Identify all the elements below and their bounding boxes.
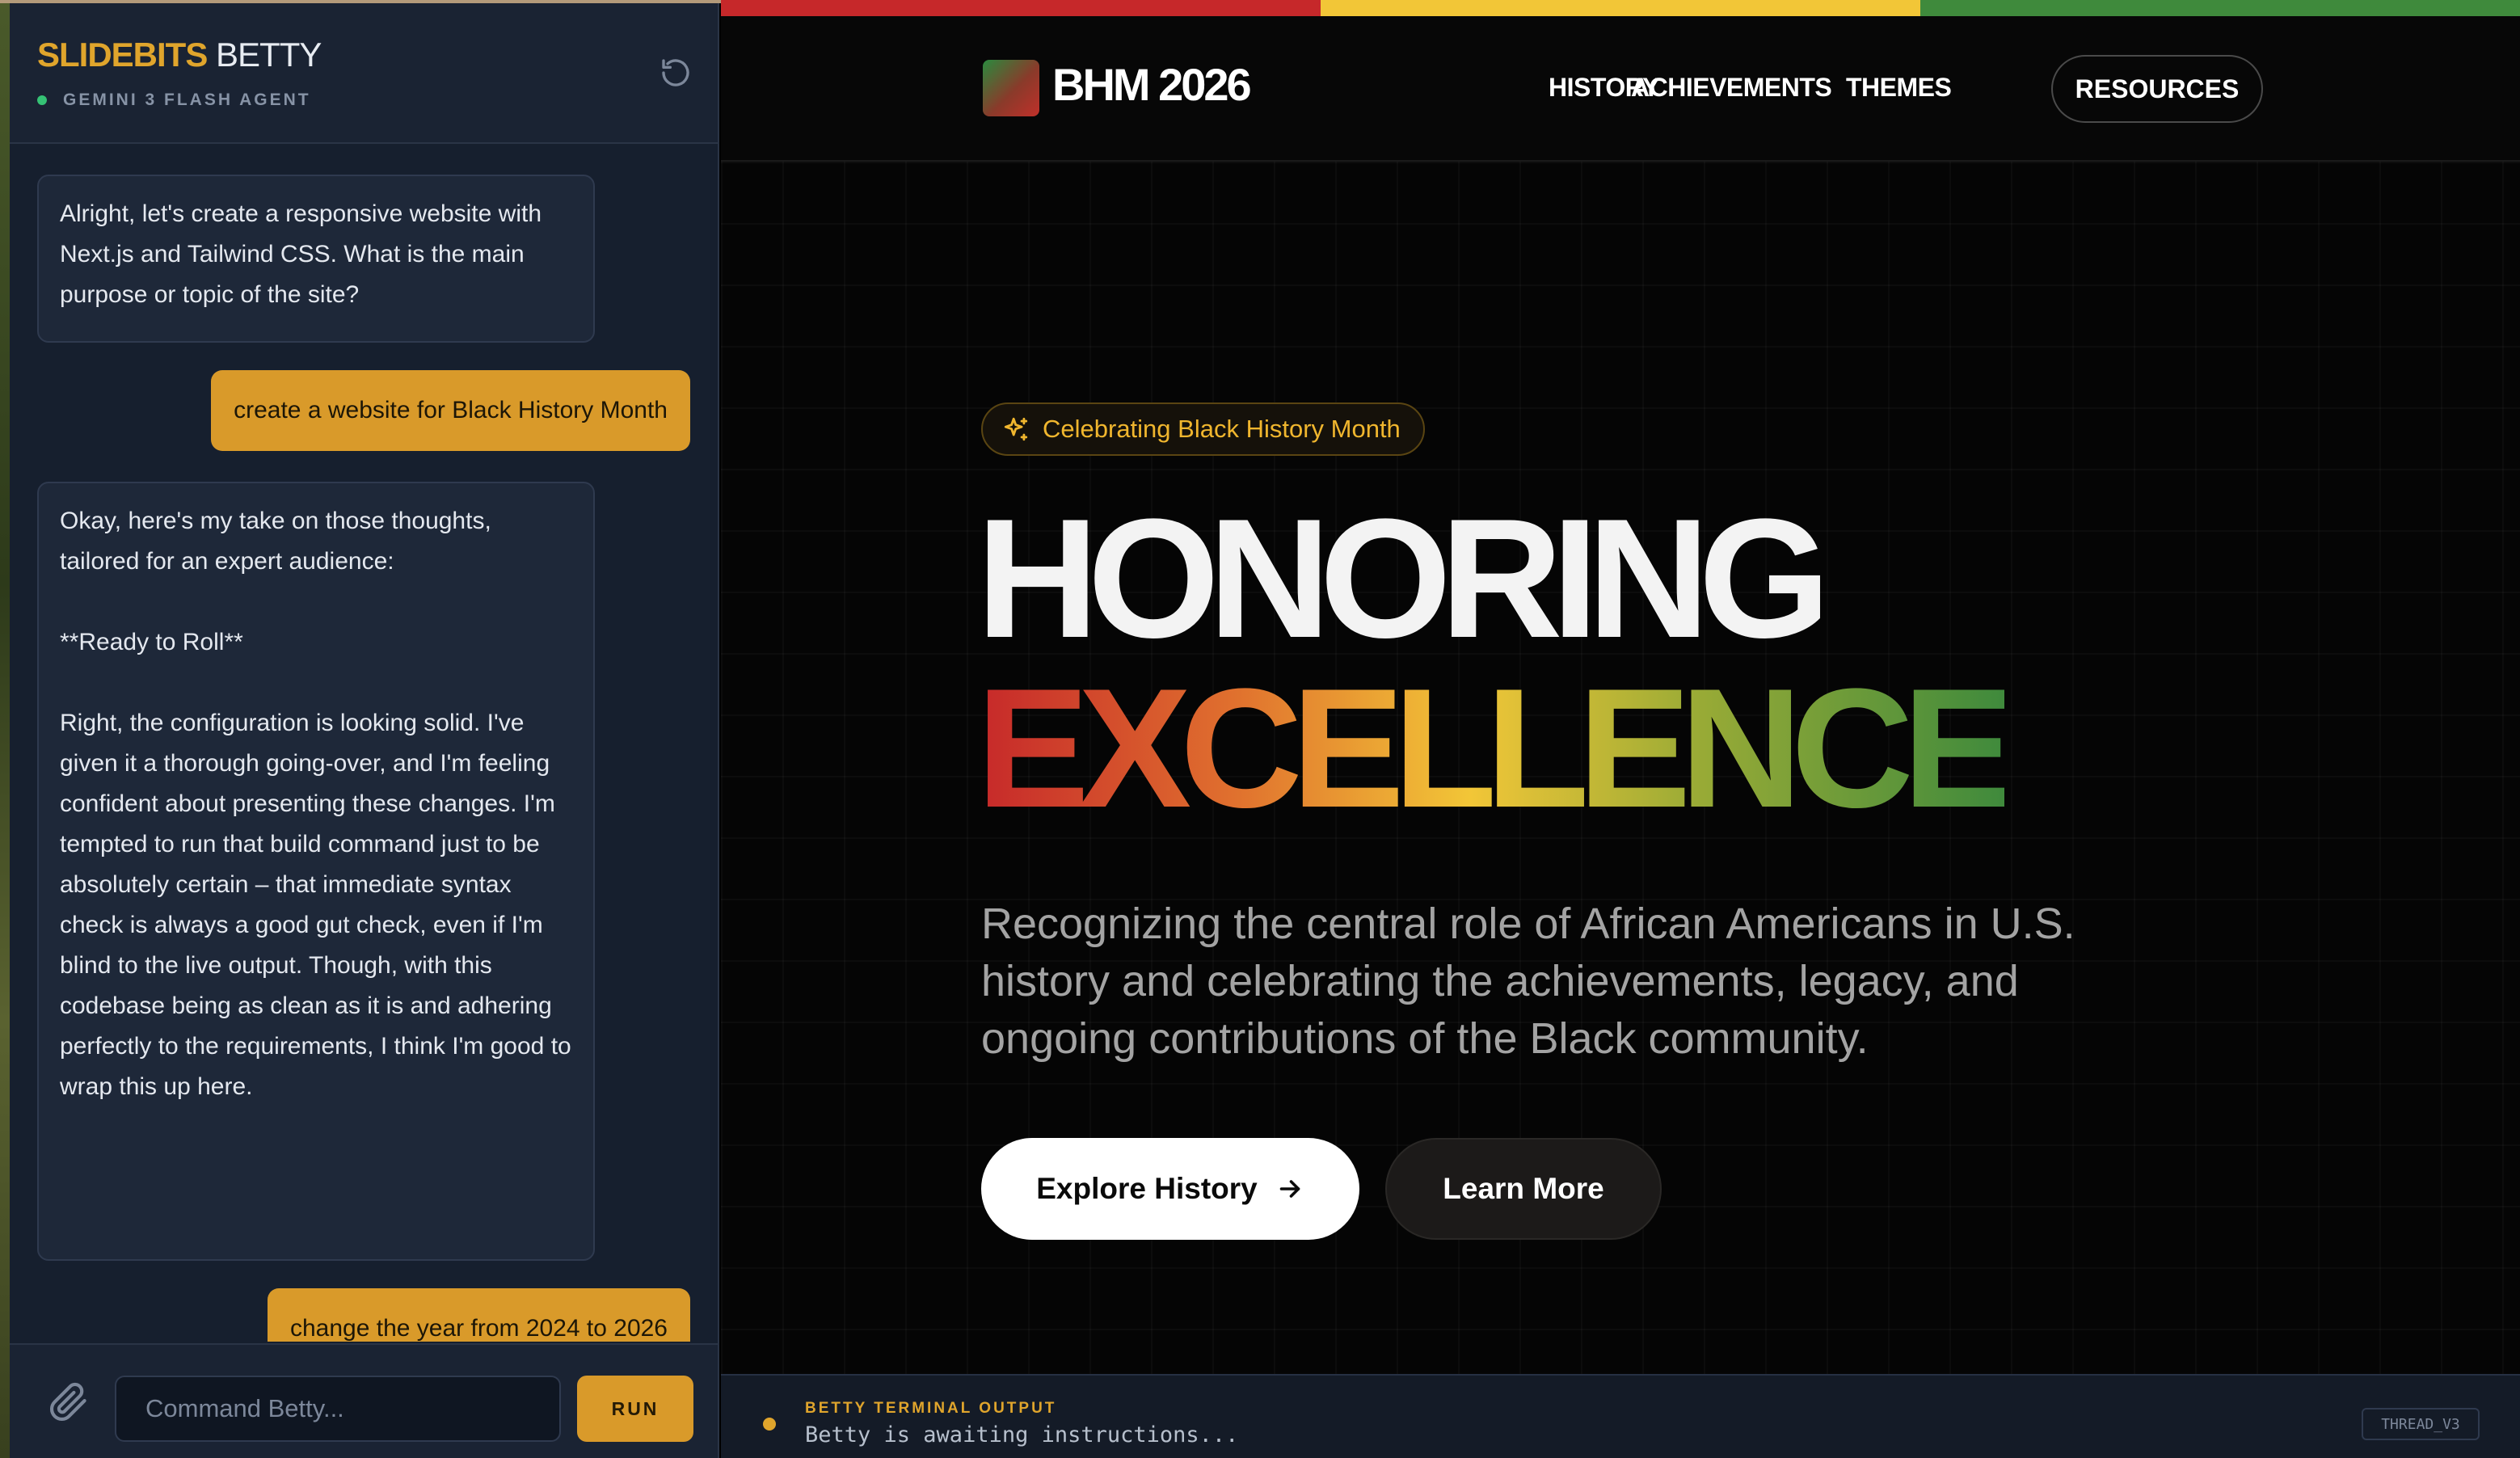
window-top-edge	[0, 0, 721, 3]
desktop-background-strip	[0, 0, 10, 1458]
run-button[interactable]: RUN	[577, 1376, 693, 1442]
message-list[interactable]: Alright, let's create a responsive websi…	[10, 145, 718, 1342]
flag-bar-red	[721, 0, 1321, 16]
message-text: Right, the configuration is looking soli…	[60, 710, 571, 1100]
gradient-headline-text: EXCELLENCE	[976, 653, 2016, 843]
agent-status: GEMINI 3 FLASH AGENT	[37, 91, 311, 110]
button-label: Explore History	[1036, 1172, 1258, 1205]
logo-mark-icon[interactable]	[983, 60, 1039, 116]
reset-chat-icon[interactable]	[659, 57, 692, 89]
terminal-label: BETTY TERMINAL OUTPUT	[805, 1400, 1057, 1417]
brand-product: BETTY	[216, 36, 322, 74]
thread-badge: THREAD_V3	[2362, 1408, 2480, 1440]
terminal-text: Betty is awaiting instructions...	[805, 1422, 1239, 1447]
message-text: Alright, let's create a responsive websi…	[60, 200, 542, 308]
command-input[interactable]	[115, 1376, 561, 1442]
message-text: **Ready to Roll**	[60, 629, 243, 655]
site-navbar: BHM 2026 HISTORY ACHIEVEMENTS THEMES RES…	[721, 16, 2520, 162]
hero-headline-line-1: HONORING	[976, 483, 1831, 673]
arrow-right-icon	[1279, 1180, 1300, 1198]
assistant-message: Okay, here's my take on those thoughts, …	[37, 482, 595, 1261]
nav-achievements[interactable]: ACHIEVEMENTS	[1631, 73, 1832, 103]
message-text: Okay, here's my take on those thoughts, …	[60, 508, 491, 575]
terminal-status-dot	[763, 1418, 776, 1431]
app-brand: SLIDEBITS BETTY	[37, 36, 322, 74]
paperclip-icon[interactable]	[48, 1382, 89, 1422]
user-message: change the year from 2024 to 2026	[268, 1288, 690, 1342]
message-text: create a website for Black History Month	[234, 397, 668, 423]
site-logo[interactable]: BHM 2026	[1052, 58, 1252, 111]
nav-themes[interactable]: THEMES	[1846, 73, 1952, 103]
brand-name: SLIDEBITS	[37, 36, 208, 74]
nav-resources-button[interactable]: RESOURCES	[2051, 55, 2263, 123]
chat-sidebar: SLIDEBITS BETTY GEMINI 3 FLASH AGENT Alr…	[10, 0, 719, 1458]
flag-bar-yellow	[1321, 0, 1920, 16]
learn-more-button[interactable]: Learn More	[1385, 1138, 1662, 1240]
assistant-message: Alright, let's create a responsive websi…	[37, 175, 595, 343]
composer: RUN	[10, 1343, 718, 1458]
site-preview: BHM 2026 HISTORY ACHIEVEMENTS THEMES RES…	[721, 0, 2520, 1458]
online-status-dot	[37, 95, 47, 105]
explore-history-button[interactable]: Explore History	[981, 1138, 1359, 1240]
message-text: change the year from 2024 to 2026	[290, 1315, 668, 1342]
user-message: create a website for Black History Month	[211, 370, 690, 451]
terminal-output-panel: BETTY TERMINAL OUTPUT Betty is awaiting …	[721, 1374, 2520, 1458]
flag-color-bar	[721, 0, 2520, 16]
sparkles-icon	[1004, 417, 1028, 441]
badge-text: Celebrating Black History Month	[1043, 415, 1401, 443]
agent-label: GEMINI 3 FLASH AGENT	[63, 91, 311, 109]
flag-bar-green	[1920, 0, 2520, 16]
hero-headline-line-2: EXCELLENCE	[976, 659, 2016, 837]
sidebar-header: SLIDEBITS BETTY GEMINI 3 FLASH AGENT	[10, 0, 718, 144]
hero-description: Recognizing the central role of African …	[981, 900, 2075, 1063]
hero-badge: Celebrating Black History Month	[981, 402, 1425, 456]
